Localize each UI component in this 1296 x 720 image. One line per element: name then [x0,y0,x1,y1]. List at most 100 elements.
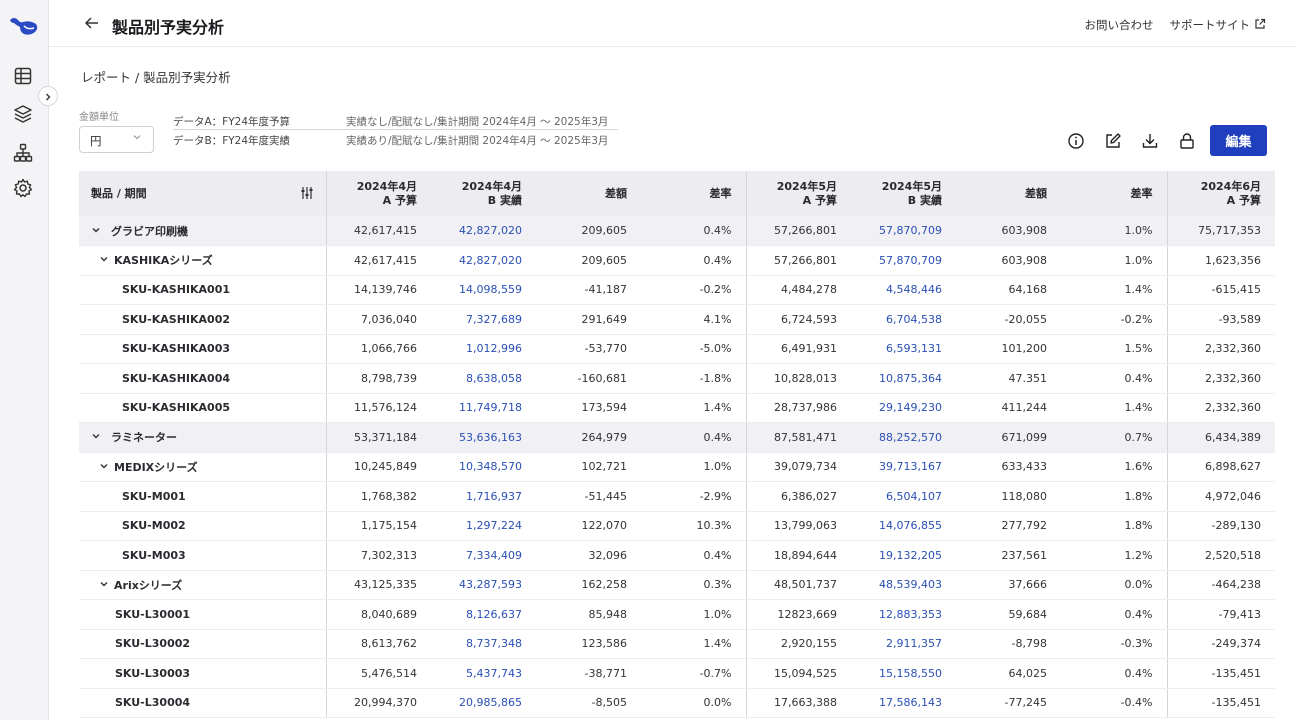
table-row[interactable]: SKU-KASHIKA003 1,066,766 1,012,996 -53,770-… [79,334,1275,364]
value-cell: 64,025 [956,658,1061,689]
value-cell[interactable]: 19,132,205 [851,540,956,571]
value-cell[interactable]: 6,704,538 [851,304,956,335]
value-cell[interactable]: 29,149,230 [851,393,956,423]
chevron-down-icon[interactable] [99,254,109,267]
value-cell: 0.3% [641,570,746,600]
column-header: 2024年4月 B 実績 [431,171,536,216]
chevron-right-icon [43,87,53,106]
value-cell[interactable]: 11,749,718 [431,393,536,423]
column-header-type: B 実績 [907,193,942,207]
value-cell[interactable]: 8,126,637 [431,599,536,630]
table-row[interactable]: グラビア印刷機 42,617,415 42,827,020 209,605 0.4% 57… [79,216,1275,246]
table-row[interactable]: SKU-M002 1,175,154 1,297,224 122,070 10.3% 13… [79,511,1275,541]
table-row[interactable]: SKU-L30001 8,040,689 8,126,637 85,948 1.0% 12… [79,599,1275,630]
value-cell: 1,066,766 [325,334,431,364]
table-row[interactable]: SKU-KASHIKA005 11,576,124 11,749,718 173,59… [79,393,1275,423]
back-arrow-icon[interactable] [83,14,101,32]
value-cell: 64,168 [956,275,1061,305]
unit-select[interactable]: 円 [79,126,154,153]
value-cell: 118,080 [956,481,1061,512]
value-cell[interactable]: 4,548,446 [851,275,956,305]
chevron-down-icon[interactable] [91,431,101,444]
value-cell: -77,245 [956,688,1061,718]
value-cell[interactable]: 1,297,224 [431,511,536,541]
value-cell: -8,505 [536,688,641,718]
value-cell: 8,613,762 [325,629,431,659]
chevron-down-icon[interactable] [99,579,109,592]
value-cell[interactable]: 42,827,020 [431,245,536,276]
value-cell: 0.0% [641,688,746,718]
value-cell[interactable]: 39,713,167 [851,452,956,482]
value-cell: 1.0% [1061,216,1167,246]
gear-icon[interactable] [12,177,34,199]
value-cell[interactable]: 14,076,855 [851,511,956,541]
value-cell[interactable]: 7,334,409 [431,540,536,571]
value-cell: 209,605 [536,216,641,246]
hierarchy-icon[interactable] [12,142,34,164]
value-cell: 6,724,593 [745,304,851,335]
table-row[interactable]: KASHIKAシリーズ 42,617,415 42,827,020 209,605 0.… [79,245,1275,276]
chevron-down-icon[interactable] [91,225,101,238]
lock-icon[interactable] [1177,131,1197,151]
value-cell[interactable]: 42,827,020 [431,216,536,246]
filter-icon[interactable] [300,186,314,204]
table-row[interactable]: Arixシリーズ 43,125,335 43,287,593 162,258 0.3% 4… [79,570,1275,600]
value-cell[interactable]: 48,539,403 [851,570,956,600]
value-cell: 1.6% [1061,452,1167,482]
product-cell: グラビア印刷機 [79,216,326,246]
table-icon[interactable] [12,65,34,87]
value-cell: 1.4% [641,393,746,423]
value-cell[interactable]: 1,012,996 [431,334,536,364]
value-cell[interactable]: 7,327,689 [431,304,536,335]
value-cell[interactable]: 12,883,353 [851,599,956,630]
value-cell[interactable]: 57,870,709 [851,216,956,246]
value-cell[interactable]: 6,504,107 [851,481,956,512]
download-icon[interactable] [1140,131,1160,151]
value-cell[interactable]: 5,437,743 [431,658,536,689]
value-cell: 17,663,388 [745,688,851,718]
value-cell[interactable]: 1,716,937 [431,481,536,512]
value-cell[interactable]: 10,348,570 [431,452,536,482]
value-cell: -615,415 [1166,275,1275,305]
value-cell[interactable]: 57,870,709 [851,245,956,276]
value-cell[interactable]: 6,593,131 [851,334,956,364]
value-cell[interactable]: 43,287,593 [431,570,536,600]
table-row[interactable]: SKU-M003 7,302,313 7,334,409 32,096 0.4% 18,8… [79,540,1275,571]
layers-icon[interactable] [12,103,34,125]
table-row[interactable]: SKU-KASHIKA001 14,139,746 14,098,559 -41,18… [79,275,1275,305]
chevron-down-icon [132,132,142,145]
value-cell[interactable]: 15,158,550 [851,658,956,689]
external-link-icon [1254,18,1266,33]
value-cell[interactable]: 53,636,163 [431,422,536,453]
support-site-link[interactable]: サポートサイト [1170,17,1267,33]
table-row[interactable]: SKU-KASHIKA004 8,798,739 8,638,058 -160,681… [79,363,1275,394]
table-row[interactable]: MEDIXシリーズ 10,245,849 10,348,570 102,721 1.0%… [79,452,1275,482]
table-row[interactable]: SKU-L30004 20,994,370 20,985,865 -8,505 0.0%… [79,688,1275,718]
chevron-down-icon[interactable] [99,461,109,474]
edit-icon[interactable] [1103,131,1123,151]
value-cell[interactable]: 10,875,364 [851,363,956,394]
value-cell[interactable]: 8,638,058 [431,363,536,394]
edit-button[interactable]: 編集 [1210,125,1267,156]
value-cell: -0.4% [1061,688,1167,718]
product-name: SKU-L30003 [115,666,191,680]
value-cell[interactable]: 14,098,559 [431,275,536,305]
contact-link[interactable]: お問い合わせ [1085,17,1154,33]
sidebar-expand-button[interactable] [38,86,58,106]
product-name: SKU-KASHIKA005 [122,401,231,415]
table-row[interactable]: SKU-M001 1,768,382 1,716,937 -51,445 -2.9% 6,… [79,481,1275,512]
table-row[interactable]: ラミネーター 53,371,184 53,636,163 264,979 0.4% 87,… [79,422,1275,453]
value-cell[interactable]: 20,985,865 [431,688,536,718]
value-cell: -464,238 [1166,570,1275,600]
value-cell[interactable]: 17,586,143 [851,688,956,718]
table-row[interactable]: SKU-L30002 8,613,762 8,737,348 123,586 1.4% 2… [79,629,1275,659]
table-row[interactable]: SKU-KASHIKA002 7,036,040 7,327,689 291,649 4… [79,304,1275,335]
value-cell[interactable]: 2,911,357 [851,629,956,659]
value-cell[interactable]: 88,252,570 [851,422,956,453]
table-header-row: 製品 / 期間 2024年4月 A 予算 2024年4月 B 実績 差額 差率 2024年5… [79,171,1275,216]
table-row[interactable]: SKU-L30003 5,476,514 5,437,743 -38,771 -0.7%… [79,658,1275,689]
whale-logo-icon[interactable] [8,14,40,40]
value-cell[interactable]: 8,737,348 [431,629,536,659]
info-icon[interactable] [1066,131,1086,151]
header-links: お問い合わせ サポートサイト [1085,17,1267,33]
